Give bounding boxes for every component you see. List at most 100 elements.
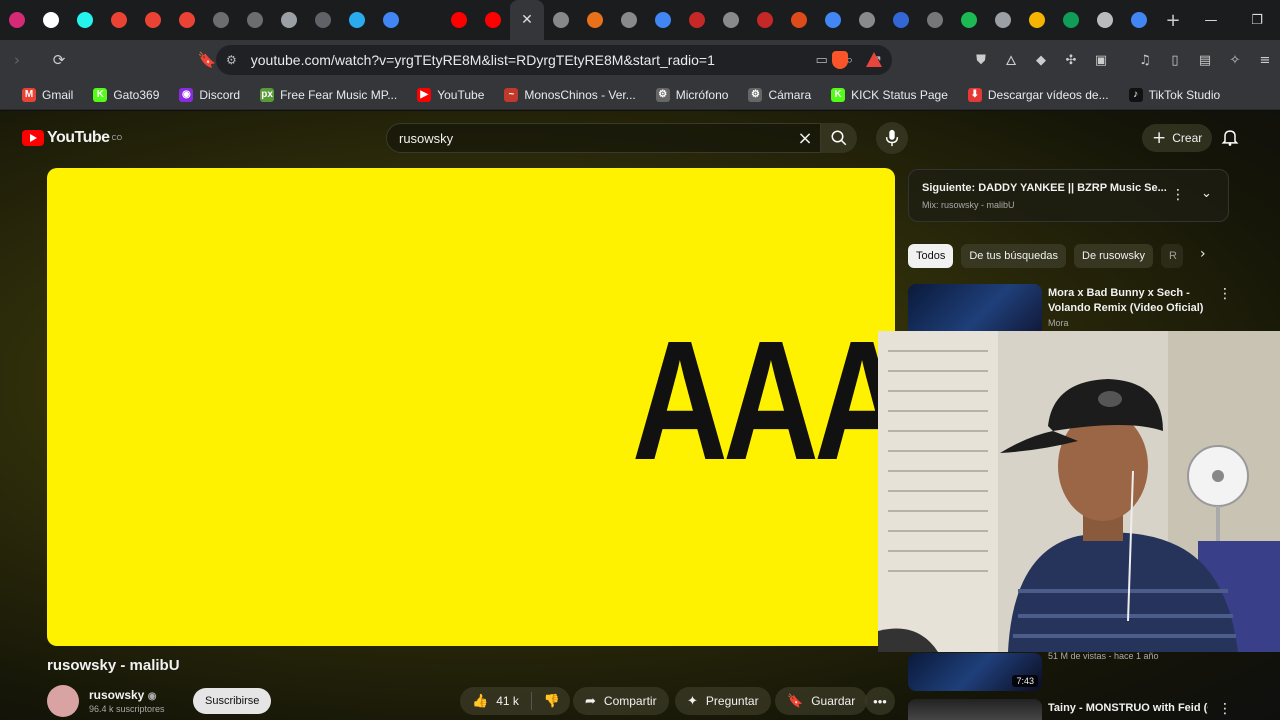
subscribe-button[interactable]: Suscribirse [193, 688, 272, 714]
bookmark-item[interactable]: ⚙ Cámara [748, 87, 811, 102]
browser-tab[interactable] [782, 0, 816, 40]
browser-tab[interactable] [918, 0, 952, 40]
bookmark-item[interactable]: M Gmail [22, 87, 73, 102]
recommendation-item[interactable]: Tainy - MONSTRUO with Feid (Official Mus… [908, 699, 1232, 720]
brave-rewards-icon[interactable] [866, 52, 882, 72]
browser-tab[interactable] [612, 0, 646, 40]
search-input[interactable]: rusowsky [399, 131, 790, 146]
browser-tab[interactable] [34, 0, 68, 40]
browser-tab[interactable] [476, 0, 510, 40]
browser-tab[interactable] [0, 0, 34, 40]
minimize-icon[interactable]: — [1188, 13, 1234, 28]
browser-tab[interactable] [1054, 0, 1088, 40]
save-button[interactable]: 🔖 Guardar [775, 687, 868, 715]
channel-name[interactable]: rusowsky ◉ [89, 688, 156, 702]
new-tab-button[interactable]: + [1156, 0, 1190, 40]
share-button[interactable]: ➦ Compartir [573, 687, 669, 715]
url-text[interactable]: youtube.com/watch?v=yrgTEtyRE8M&list=RDy… [251, 52, 798, 68]
browser-tab[interactable] [680, 0, 714, 40]
browser-tab[interactable] [136, 0, 170, 40]
browser-tab[interactable] [714, 0, 748, 40]
bookmark-item[interactable]: ⬇ Descargar vídeos de... [967, 87, 1109, 102]
browser-tab[interactable] [1020, 0, 1054, 40]
browser-tab[interactable] [204, 0, 238, 40]
playlist-next-panel[interactable]: Siguiente: DADDY YANKEE || BZRP Music Se… [908, 169, 1229, 222]
menu-icon[interactable]: ≡ [1250, 53, 1280, 68]
video-player[interactable]: AAA [47, 168, 895, 646]
browser-tab[interactable] [408, 0, 442, 40]
browser-tab[interactable] [816, 0, 850, 40]
browser-tab[interactable] [272, 0, 306, 40]
browser-tab[interactable] [1122, 0, 1156, 40]
leo-icon[interactable]: ✧ [1220, 53, 1250, 68]
create-button[interactable]: + Crear [1142, 124, 1213, 152]
chevron-down-icon[interactable]: ⌄ [1201, 186, 1212, 201]
recommendation-title[interactable]: Mora x Bad Bunny x Sech - Volando Remix … [1048, 286, 1208, 316]
bookmark-item[interactable]: K KICK Status Page [831, 87, 948, 102]
chevron-right-icon[interactable]: › [1200, 246, 1206, 262]
like-count[interactable]: 41 k [496, 694, 519, 708]
browser-tab[interactable] [850, 0, 884, 40]
video-thumbnail[interactable] [908, 699, 1042, 720]
shield-icon[interactable]: ⛊ [966, 53, 996, 68]
cast-icon[interactable]: ▭ [816, 53, 828, 68]
active-browser-tab[interactable]: ✕ [510, 0, 544, 40]
browser-tab[interactable] [68, 0, 102, 40]
browser-tab[interactable] [170, 0, 204, 40]
browser-tab[interactable] [544, 0, 578, 40]
media-icon[interactable]: ♫ [1130, 53, 1160, 68]
maximize-icon[interactable]: ❐ [1234, 13, 1280, 28]
browser-tab[interactable] [578, 0, 612, 40]
site-info-icon[interactable]: ⚙ [226, 53, 237, 67]
sidebar-icon[interactable]: ▯ [1160, 53, 1190, 68]
browser-tab[interactable] [374, 0, 408, 40]
youtube-logo[interactable]: YouTube CO [22, 129, 122, 147]
reload-icon[interactable]: ⟳ [44, 45, 74, 75]
puzzle-icon[interactable]: ✣ [1056, 53, 1086, 68]
bookmark-item[interactable]: K Gato369 [93, 87, 159, 102]
ask-button[interactable]: ✦ Preguntar [675, 687, 771, 715]
filter-chip[interactable]: R [1161, 244, 1183, 268]
search-button[interactable] [821, 123, 857, 153]
more-vert-icon[interactable]: ⋮ [1218, 286, 1232, 302]
voice-search-button[interactable] [876, 122, 908, 154]
screenshot-icon[interactable]: ▣ [1086, 53, 1116, 68]
browser-tab[interactable] [884, 0, 918, 40]
filter-chip[interactable]: De rusowsky [1074, 244, 1153, 268]
more-vert-icon[interactable]: ⋮ [1218, 701, 1232, 717]
bookmark-item[interactable]: ◉ Discord [179, 87, 240, 102]
wallet-icon[interactable]: ▤ [1190, 53, 1220, 68]
browser-tab[interactable] [646, 0, 680, 40]
channel-avatar[interactable] [47, 685, 79, 717]
bookmark-item[interactable]: ~ MonosChinos - Ver... [504, 87, 636, 102]
more-vert-icon[interactable]: ⋮ [1171, 187, 1185, 203]
browser-tab[interactable] [238, 0, 272, 40]
bookmark-item[interactable]: ♪ TikTok Studio [1128, 87, 1220, 102]
filter-chip[interactable]: De tus búsquedas [961, 244, 1067, 268]
dislike-icon[interactable]: 👎 [544, 694, 560, 709]
browser-tab[interactable] [1088, 0, 1122, 40]
browser-tab[interactable] [340, 0, 374, 40]
filter-chip[interactable]: Todos [908, 244, 954, 268]
bookmark-item[interactable]: ⚙ Micrófono [655, 87, 728, 102]
like-icon[interactable]: 👍 [472, 694, 488, 709]
browser-tab[interactable] [952, 0, 986, 40]
address-bar[interactable]: ⚙ youtube.com/watch?v=yrgTEtyRE8M&list=R… [216, 45, 892, 75]
more-actions-button[interactable]: ••• [865, 687, 895, 715]
browser-tab[interactable] [986, 0, 1020, 40]
search-box[interactable]: rusowsky × [386, 123, 821, 153]
browser-tab[interactable] [102, 0, 136, 40]
forward-icon[interactable]: › [2, 45, 32, 75]
close-tab-icon[interactable]: ✕ [521, 12, 533, 28]
browser-tab[interactable] [748, 0, 782, 40]
video-thumbnail[interactable]: 7:43 [908, 653, 1042, 691]
brave-shield-icon[interactable] [832, 51, 848, 74]
notifications-button[interactable] [1220, 127, 1240, 152]
browser-tab[interactable] [306, 0, 340, 40]
clear-search-icon[interactable]: × [790, 128, 820, 149]
browser-tab[interactable] [442, 0, 476, 40]
diamond-icon[interactable]: ◆ [1026, 53, 1056, 68]
recommendation-title[interactable]: Tainy - MONSTRUO with Feid (Official Mus… [1048, 701, 1208, 716]
bookmark-item[interactable]: px Free Fear Music MP... [260, 87, 397, 102]
fire-icon[interactable]: 🜂 [996, 47, 1026, 73]
